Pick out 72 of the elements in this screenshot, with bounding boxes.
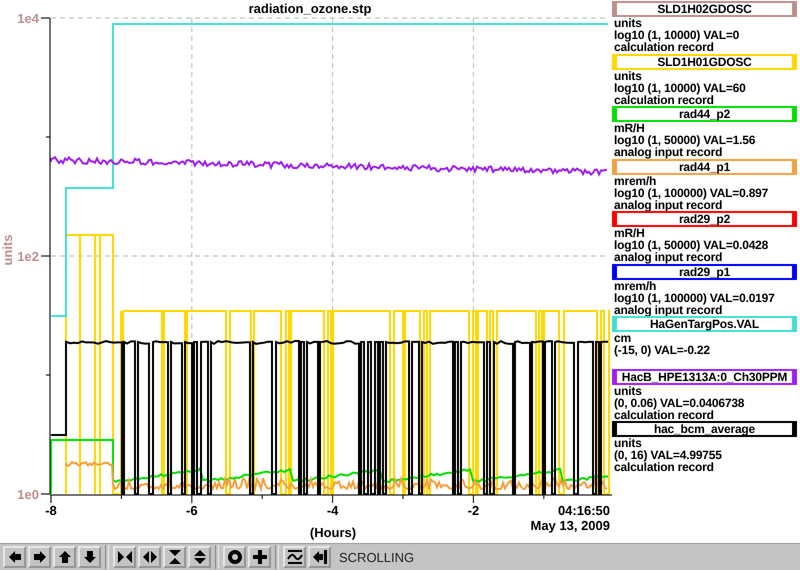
status-text: SCROLLING (339, 550, 414, 564)
y-axis-label: units (0, 234, 15, 266)
legend-detail: log10 (1, 100000) VAL=0.897 (613, 186, 770, 199)
y-tick-label: 1e0 (17, 487, 39, 502)
outward-triangles-button[interactable] (138, 546, 161, 568)
legend-detail: units (613, 437, 643, 450)
plus-icon (252, 549, 268, 565)
inward-triangles-button[interactable] (113, 546, 136, 568)
legend-name[interactable]: rad29_p2 (612, 211, 797, 227)
legend-detail: mrem/h (613, 174, 658, 187)
legend-detail: analog input record (613, 304, 724, 316)
down-arrow-icon (82, 549, 98, 565)
legend-detail: (0, 0.06) VAL=0.0406738 (613, 396, 746, 409)
legend-detail: mR/H (613, 227, 646, 240)
x-tick-label: -2 (468, 503, 480, 518)
arrow-to-bar-icon (312, 549, 328, 565)
legend-name[interactable]: rad29_p1 (612, 264, 797, 280)
legend-detail: analog input record (613, 251, 724, 264)
legend-name[interactable]: hac_bcm_average (612, 421, 797, 437)
legend-detail: (-15, 0) VAL=-0.22 (613, 344, 711, 356)
legend-detail: calculation record (613, 408, 715, 422)
legend-name[interactable]: rad44_p1 (612, 158, 797, 174)
x-tick-label: -4 (326, 503, 338, 518)
legend-name[interactable]: rad44_p2 (612, 106, 797, 122)
left-arrow-button[interactable] (3, 546, 26, 568)
legend-detail: calculation record (613, 94, 715, 106)
vertical-inward-triangles-icon (166, 549, 182, 565)
legend-detail: analog input record (613, 146, 724, 159)
chart-title: radiation_ozone.stp (248, 1, 372, 16)
arrow-to-bar-button[interactable] (308, 546, 331, 568)
ring-button[interactable] (223, 546, 246, 568)
legend-name[interactable]: SLD1H01GDOSC (612, 54, 797, 70)
legend-detail: calculation record (613, 461, 715, 474)
right-arrow-icon (32, 549, 48, 565)
legend-detail: analog input record (613, 198, 724, 212)
legend-detail: mrem/h (613, 280, 658, 292)
legend-detail: (0, 16) VAL=4.99755 (613, 449, 723, 462)
up-arrow-icon (56, 549, 72, 565)
left-arrow-icon (6, 549, 22, 565)
y-tick-label: 1e4 (17, 11, 39, 26)
vertical-outward-triangles-icon (192, 549, 208, 565)
legend-detail: log10 (1, 100000) VAL=0.0197 (613, 292, 776, 304)
outward-triangles-icon (142, 549, 158, 565)
legend-detail: mR/H (613, 122, 646, 134)
down-arrow-button[interactable] (78, 546, 101, 568)
legend-name[interactable]: SLD1H02GDOSC (612, 1, 797, 17)
vertical-outward-triangles-button[interactable] (188, 546, 211, 568)
legend-name[interactable]: HaGenTargPos.VAL (612, 316, 797, 332)
time-label: 04:16:50 (558, 503, 610, 518)
x-tick-label: -8 (45, 503, 57, 518)
vertical-inward-triangles-button[interactable] (163, 546, 186, 568)
legend-detail: units (613, 70, 643, 82)
ring-icon (226, 549, 242, 565)
legend-detail: log10 (1, 10000) VAL=60 (613, 82, 747, 94)
legend-detail: cm (613, 332, 632, 344)
x-axis-label: (Hours) (310, 525, 356, 540)
y-tick-label: 1e2 (17, 249, 39, 264)
inward-triangles-icon (116, 549, 132, 565)
plus-button[interactable] (248, 546, 271, 568)
wave-icon (286, 549, 302, 565)
legend-name[interactable]: HacB_HPE1313A:0_Ch30PPM (612, 368, 797, 384)
wave-button[interactable] (283, 546, 306, 568)
legend-detail: log10 (1, 50000) VAL=1.56 (613, 134, 756, 146)
right-arrow-button[interactable] (28, 546, 51, 568)
legend-detail: log10 (1, 50000) VAL=0.0428 (613, 239, 770, 252)
date-label: May 13, 2009 (530, 518, 610, 533)
x-tick-label: -6 (186, 503, 198, 518)
legend-detail: log10 (1, 10000) VAL=0 (613, 29, 740, 42)
legend-detail: units (613, 17, 643, 30)
legend-detail: calculation record (613, 41, 715, 54)
legend-detail: units (613, 384, 643, 397)
up-arrow-button[interactable] (53, 546, 76, 568)
